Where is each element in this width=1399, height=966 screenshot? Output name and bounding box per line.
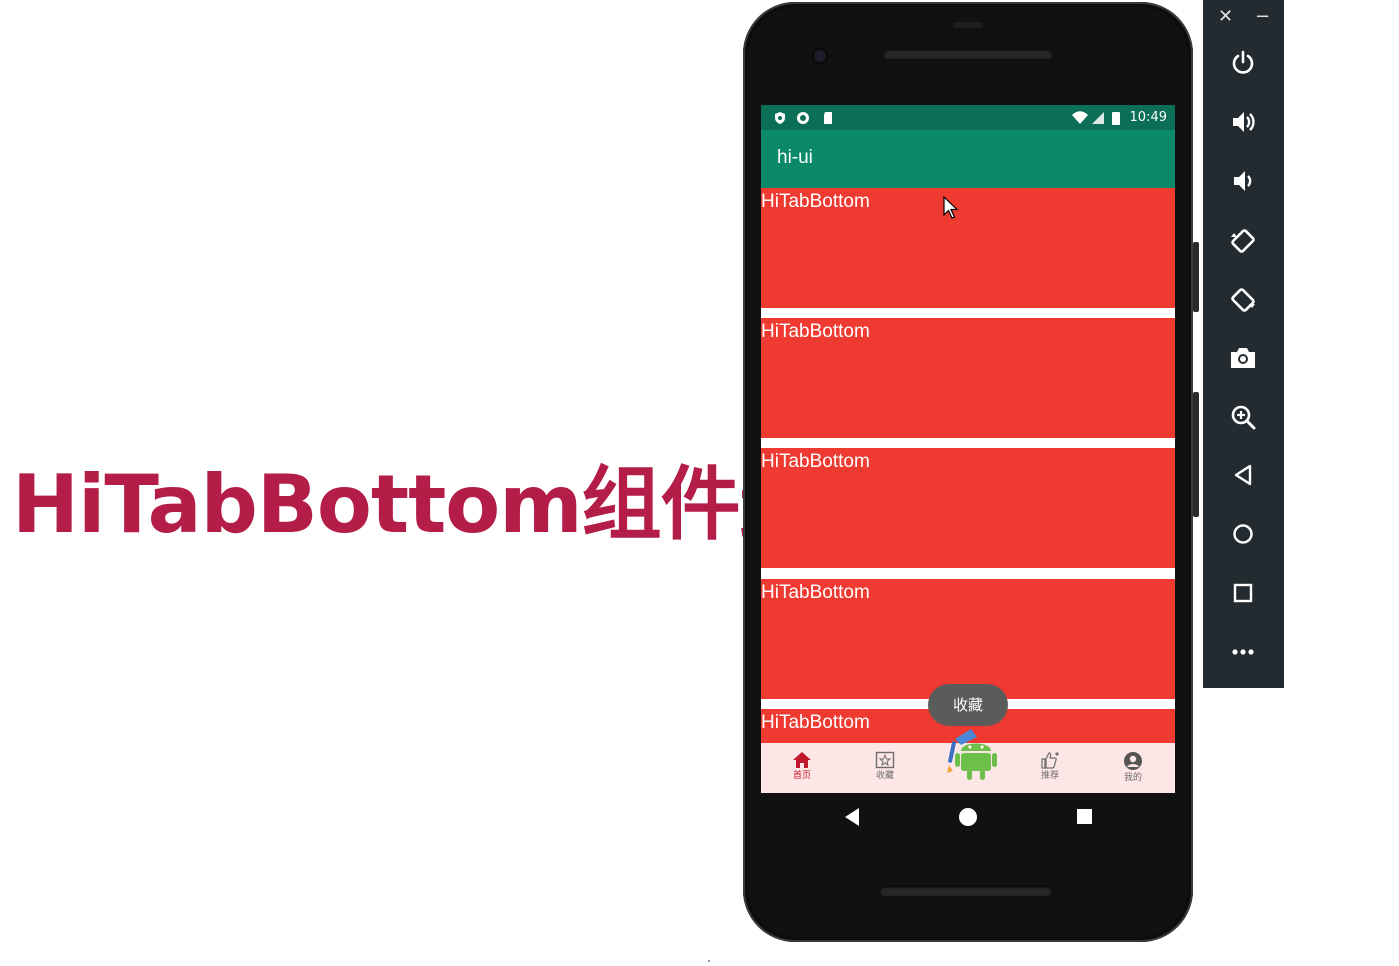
mouse-cursor-icon	[943, 196, 959, 219]
volume-up-icon	[1233, 112, 1255, 132]
more-icon	[1232, 649, 1254, 655]
shield-icon	[775, 112, 785, 124]
list-item-label: HiTabBottom	[761, 191, 870, 212]
tab-favorite[interactable]: 收藏	[860, 747, 910, 791]
nav-back-icon[interactable]	[843, 807, 861, 827]
list-item[interactable]: HiTabBottom	[761, 448, 1175, 568]
rotate-left-button[interactable]	[1223, 219, 1263, 259]
close-button[interactable]: ✕	[1218, 6, 1233, 28]
sensor	[953, 22, 983, 28]
content-list[interactable]: HiTabBottom HiTabBottom HiTabBottom HiTa…	[761, 188, 1175, 743]
phone-screen: 10:49 hi-ui HiTabBottom HiTabBottom HiTa…	[761, 105, 1175, 793]
rotate-left-icon	[1231, 229, 1255, 253]
emulator-toolbar: ✕ −	[1203, 0, 1284, 688]
status-bar: 10:49	[761, 105, 1175, 130]
volume-up-button[interactable]	[1223, 101, 1263, 141]
emulator-window-controls: ✕ −	[1203, 0, 1284, 36]
app-title: hi-ui	[777, 147, 813, 168]
list-item-label: HiTabBottom	[761, 451, 870, 472]
phone-power-side-button	[1193, 242, 1199, 312]
app-bar: hi-ui	[761, 130, 1175, 188]
list-item-label: HiTabBottom	[761, 582, 870, 603]
slide-title: HiTabBottom组件封	[12, 458, 752, 551]
android-mascot-icon[interactable]	[941, 727, 999, 783]
home-circle-icon	[1233, 524, 1253, 544]
wifi-icon	[1072, 111, 1088, 124]
toast-message: 收藏	[928, 684, 1008, 726]
back-icon	[1234, 464, 1252, 486]
overview-icon	[1233, 583, 1253, 603]
power-button[interactable]	[1223, 42, 1263, 82]
stray-dot	[708, 960, 710, 962]
nav-home-icon[interactable]	[958, 807, 978, 827]
phone-frame: 10:49 hi-ui HiTabBottom HiTabBottom HiTa…	[743, 2, 1199, 942]
overview-button[interactable]	[1223, 573, 1263, 613]
more-button[interactable]	[1223, 632, 1263, 672]
nav-overview-icon[interactable]	[1076, 808, 1093, 825]
rotate-right-button[interactable]	[1223, 278, 1263, 318]
earpiece-speaker	[883, 49, 1053, 59]
power-icon	[1232, 50, 1254, 74]
signal-icon	[1092, 112, 1104, 124]
tab-label: 推荐	[1040, 771, 1059, 781]
zoom-button[interactable]	[1223, 396, 1263, 436]
home-icon	[793, 752, 811, 768]
tab-label: 收藏	[875, 771, 894, 781]
profile-icon	[1124, 752, 1142, 770]
status-time: 10:49	[1129, 110, 1167, 125]
phone-volume-side-button	[1193, 392, 1199, 517]
list-item-label: HiTabBottom	[761, 321, 870, 342]
minimize-button[interactable]: −	[1255, 6, 1270, 28]
list-item[interactable]: HiTabBottom	[761, 579, 1175, 699]
tab-recommend[interactable]: 推荐	[1025, 747, 1075, 791]
bottom-speaker	[880, 886, 1052, 896]
battery-icon	[1112, 112, 1120, 125]
sync-icon	[797, 112, 809, 124]
home-button[interactable]	[1223, 514, 1263, 554]
back-button[interactable]	[1223, 455, 1263, 495]
list-item[interactable]: HiTabBottom	[761, 318, 1175, 438]
rotate-right-icon	[1231, 288, 1255, 312]
volume-down-button[interactable]	[1223, 160, 1263, 200]
tab-home[interactable]: 首页	[777, 747, 827, 791]
favorite-icon	[875, 751, 895, 769]
screenshot-button[interactable]	[1223, 337, 1263, 377]
list-item-label: HiTabBottom	[761, 712, 870, 733]
thumbs-up-icon	[1041, 752, 1059, 769]
android-nav-bar	[743, 797, 1193, 837]
front-camera	[811, 47, 829, 65]
tab-label: 我的	[1123, 773, 1142, 783]
zoom-icon	[1231, 405, 1256, 430]
sd-card-icon	[824, 112, 832, 124]
volume-down-icon	[1234, 171, 1252, 191]
camera-icon	[1231, 348, 1255, 368]
tab-label: 首页	[792, 771, 811, 781]
tab-profile[interactable]: 我的	[1108, 747, 1158, 791]
list-item[interactable]: HiTabBottom	[761, 188, 1175, 308]
